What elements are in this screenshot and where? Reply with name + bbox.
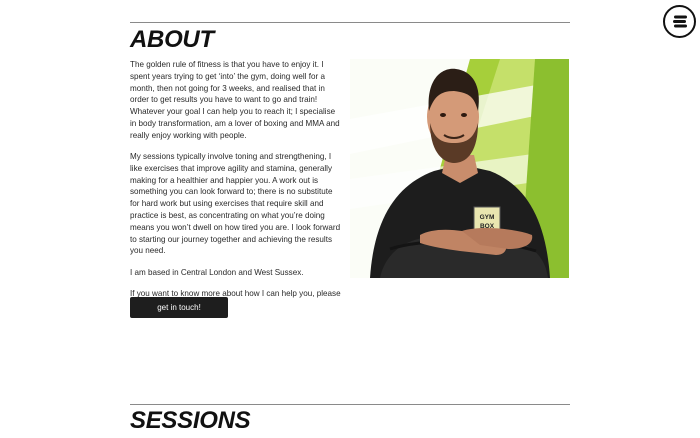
about-heading: ABOUT bbox=[130, 26, 214, 53]
sessions-heading: SESSIONS bbox=[130, 407, 251, 434]
about-paragraph-2: My sessions typically involve toning and… bbox=[130, 152, 341, 256]
section-divider-sessions bbox=[130, 404, 570, 405]
shirt-logo-line-1: GYM bbox=[480, 214, 495, 221]
get-in-touch-button[interactable]: get in touch! bbox=[130, 297, 228, 318]
menu-button[interactable] bbox=[663, 5, 696, 38]
about-text: The golden rule of fitness is that you h… bbox=[130, 59, 342, 309]
about-paragraph-3: I am based in Central London and West Su… bbox=[130, 267, 304, 277]
about-paragraph-1: The golden rule of fitness is that you h… bbox=[130, 60, 340, 140]
menu-icon bbox=[673, 15, 687, 28]
section-divider-top bbox=[130, 22, 570, 23]
trainer-photo: GYM BOX bbox=[350, 59, 569, 278]
